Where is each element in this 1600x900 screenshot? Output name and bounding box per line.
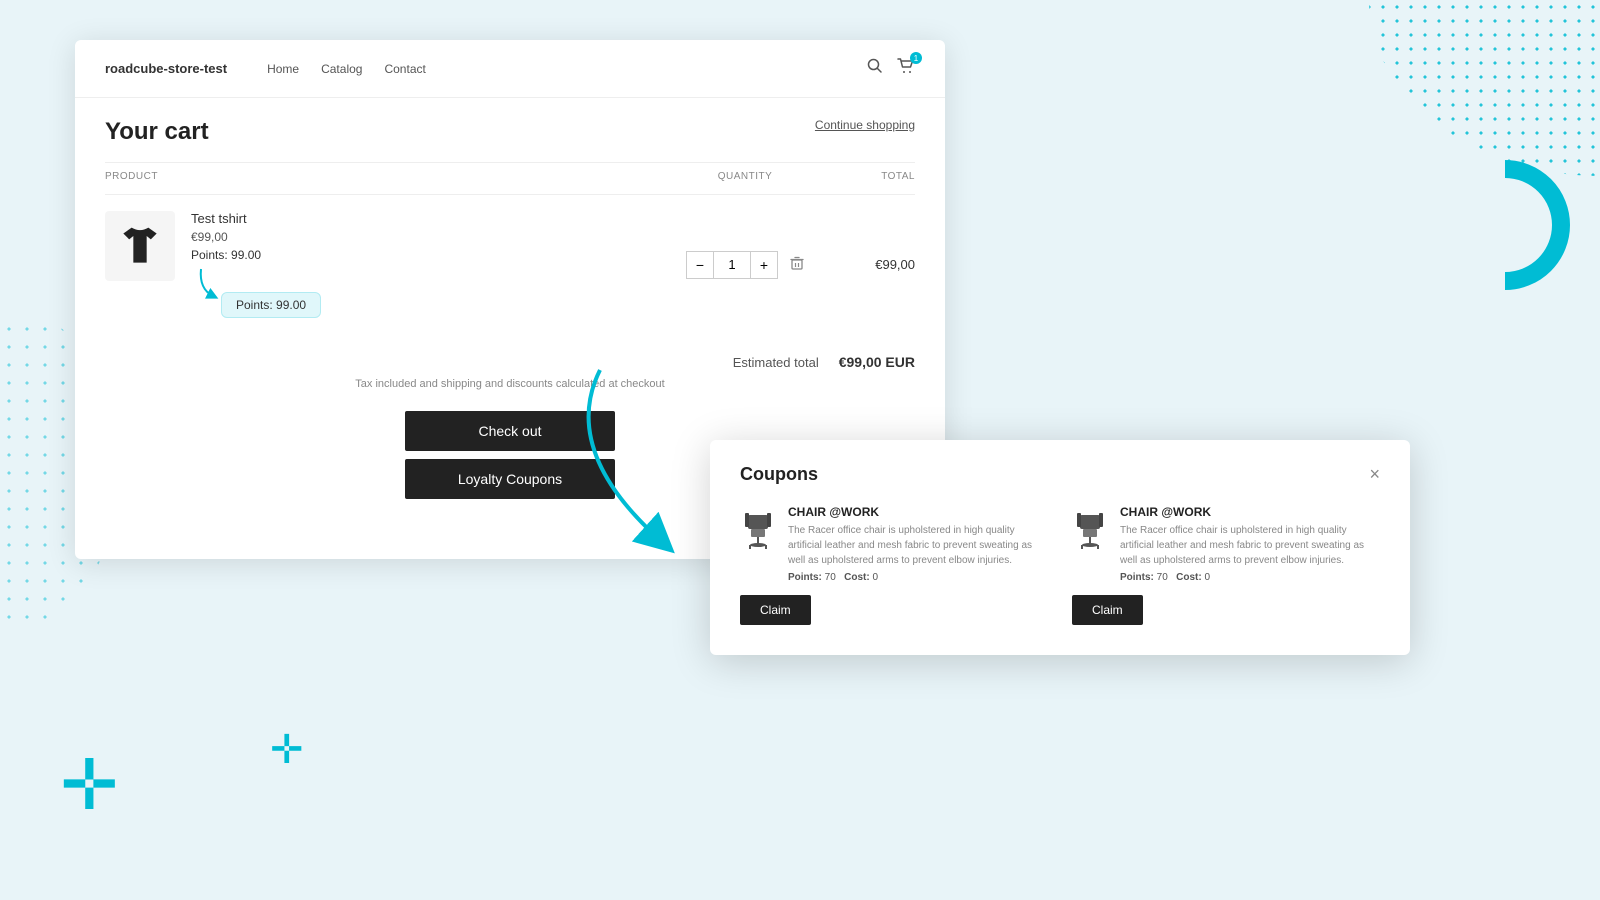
continue-shopping-link[interactable]: Continue shopping: [815, 118, 915, 132]
item-image: [105, 211, 175, 281]
coupon-cards: CHAIR @WORK The Racer office chair is up…: [740, 505, 1380, 625]
item-price: €99,00: [191, 230, 321, 244]
coupon-card-1-header: CHAIR @WORK The Racer office chair is up…: [740, 505, 1048, 583]
estimated-label: Estimated total: [733, 355, 819, 370]
claim-button-2[interactable]: Claim: [1072, 595, 1143, 625]
coupon-meta-1: Points: 70 Cost: 0: [788, 572, 1048, 583]
chair-icon-2: [1072, 505, 1108, 557]
coupon-desc-1: The Racer office chair is upholstered in…: [788, 523, 1048, 568]
chair-icon-1: [740, 505, 776, 557]
points-tooltip-area: Points: 99.00: [191, 274, 321, 318]
modal-header: Coupons ×: [740, 464, 1380, 485]
coupon-card-2: CHAIR @WORK The Racer office chair is up…: [1072, 505, 1380, 625]
coupons-modal: Coupons ×: [710, 440, 1410, 655]
points-arrow: [191, 264, 241, 304]
coupon-card-1-info: CHAIR @WORK The Racer office chair is up…: [788, 505, 1048, 583]
coupon-name-1: CHAIR @WORK: [788, 505, 1048, 519]
cart-badge: 1: [910, 52, 922, 64]
nav-icons: 1: [867, 58, 915, 79]
item-quantity: − +: [675, 251, 815, 279]
delete-item-button[interactable]: [790, 256, 804, 273]
cart-title: Your cart: [105, 118, 209, 146]
nav-catalog[interactable]: Catalog: [321, 62, 362, 76]
estimated-value: €99,00 EUR: [839, 354, 915, 370]
quantity-decrease-button[interactable]: −: [686, 251, 714, 279]
modal-title: Coupons: [740, 464, 818, 485]
column-quantity: QUANTITY: [675, 171, 815, 182]
coupon-desc-2: The Racer office chair is upholstered in…: [1120, 523, 1380, 568]
item-details: Test tshirt €99,00 Points: 99.00: [191, 211, 321, 318]
quantity-increase-button[interactable]: +: [750, 251, 778, 279]
cart-header-row: Your cart Continue shopping: [105, 118, 915, 146]
bg-plus-small: ✛: [270, 730, 304, 770]
estimated-total-row: Estimated total €99,00 EUR: [105, 354, 915, 370]
quantity-input[interactable]: [714, 251, 750, 279]
nav-bar: roadcube-store-test Home Catalog Contact…: [75, 40, 945, 98]
cart-item-row: Test tshirt €99,00 Points: 99.00: [105, 194, 915, 334]
loyalty-coupons-button[interactable]: Loyalty Coupons: [405, 459, 615, 499]
item-name: Test tshirt: [191, 211, 321, 226]
checkout-button[interactable]: Check out: [405, 411, 615, 451]
coupon-card-2-header: CHAIR @WORK The Racer office chair is up…: [1072, 505, 1380, 583]
column-product: PRODUCT: [105, 171, 675, 182]
column-total: TOTAL: [815, 171, 915, 182]
modal-close-button[interactable]: ×: [1369, 464, 1380, 485]
coupon-name-2: CHAIR @WORK: [1120, 505, 1380, 519]
coupon-card-1: CHAIR @WORK The Racer office chair is up…: [740, 505, 1048, 625]
tax-note: Tax included and shipping and discounts …: [105, 376, 915, 393]
item-info: Test tshirt €99,00 Points: 99.00: [105, 211, 675, 318]
coupon-meta-2: Points: 70 Cost: 0: [1120, 572, 1380, 583]
nav-brand: roadcube-store-test: [105, 61, 227, 76]
search-icon[interactable]: [867, 58, 883, 79]
item-points: Points: 99.00: [191, 248, 321, 262]
nav-links: Home Catalog Contact: [267, 62, 867, 76]
cart-table-headers: PRODUCT QUANTITY TOTAL: [105, 162, 915, 190]
claim-button-1[interactable]: Claim: [740, 595, 811, 625]
nav-home[interactable]: Home: [267, 62, 299, 76]
coupon-card-2-info: CHAIR @WORK The Racer office chair is up…: [1120, 505, 1380, 583]
item-total: €99,00: [815, 257, 915, 272]
bg-circle-right: [1440, 160, 1570, 290]
nav-contact[interactable]: Contact: [384, 62, 425, 76]
cart-icon[interactable]: 1: [897, 58, 915, 79]
bg-plus-large: ✛: [60, 750, 119, 820]
